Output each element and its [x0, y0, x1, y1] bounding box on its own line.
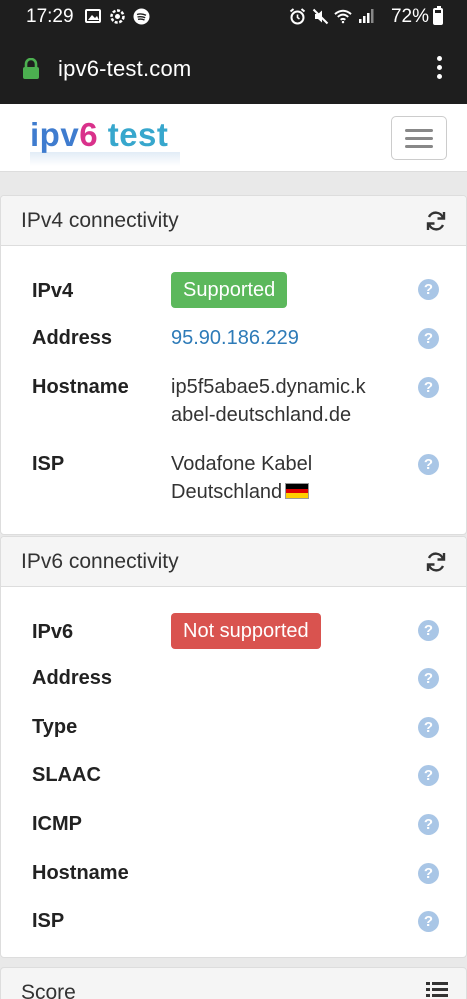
help-icon[interactable]: ? [418, 328, 439, 349]
browser-url-bar[interactable]: ipv6-test.com [0, 34, 467, 104]
url-text[interactable]: ipv6-test.com [58, 56, 191, 82]
row-label: Type [32, 716, 78, 738]
ipv6-panel: IPv6 connectivity IPv6 Not supported ? A… [0, 536, 467, 958]
image-icon [84, 7, 102, 25]
site-header: ipv6 test [0, 104, 467, 172]
row-label: Hostname [32, 862, 129, 884]
help-icon[interactable]: ? [418, 717, 439, 738]
ipv4-address-link[interactable]: 95.90.186.229 [171, 324, 386, 352]
lock-icon [22, 57, 40, 79]
ipv4-panel: IPv4 connectivity IPv4 Supported ? Addre… [0, 195, 467, 535]
help-icon[interactable]: ? [418, 279, 439, 300]
list-icon[interactable] [426, 982, 448, 998]
menu-toggle-button[interactable] [391, 116, 447, 160]
status-badge-supported: Supported [171, 272, 288, 308]
help-icon[interactable]: ? [418, 814, 439, 835]
row-label: Address [32, 327, 113, 349]
help-icon[interactable]: ? [418, 454, 439, 475]
status-bar: 17:29 72% [0, 0, 467, 34]
help-icon[interactable]: ? [418, 863, 439, 884]
row-label: Hostname [32, 376, 129, 398]
row-label: ICMP [32, 813, 82, 835]
signal-icon [357, 7, 375, 25]
score-panel-title: Score [21, 981, 76, 999]
ipv6-panel-header: IPv6 connectivity [1, 537, 466, 587]
help-icon[interactable]: ? [418, 911, 439, 932]
refresh-icon[interactable] [424, 209, 448, 233]
settings-icon [108, 7, 126, 25]
hostname-value: ip5f5abae5.dynamic.k abel-deutschland.de [171, 376, 366, 426]
row-label: ISP [32, 453, 65, 475]
help-icon[interactable]: ? [418, 620, 439, 641]
ipv4-panel-header: IPv4 connectivity [1, 196, 466, 246]
ipv6-panel-title: IPv6 connectivity [21, 550, 179, 573]
row-label: ISP [32, 910, 65, 932]
row-label: Address [32, 667, 113, 689]
mute-icon [311, 7, 329, 25]
row-label: IPv6 [32, 621, 74, 643]
ipv4-panel-title: IPv4 connectivity [21, 209, 179, 232]
status-badge-not-supported: Not supported [171, 613, 321, 649]
site-logo[interactable]: ipv6 test [30, 116, 168, 154]
alarm-icon [288, 7, 306, 25]
help-icon[interactable]: ? [418, 377, 439, 398]
score-panel-header: Score [0, 967, 467, 999]
refresh-icon[interactable] [424, 550, 448, 574]
row-label: SLAAC [32, 764, 101, 786]
isp-value: Vodafone Kabel Deutschland [171, 453, 313, 503]
germany-flag-icon [285, 483, 310, 499]
hamburger-icon [405, 129, 433, 132]
battery-percentage: 72% [390, 6, 429, 27]
wifi-icon [334, 7, 352, 25]
status-time: 17:29 [26, 6, 74, 27]
logo-reflection [30, 152, 180, 166]
more-options-icon[interactable] [435, 56, 443, 82]
help-icon[interactable]: ? [418, 765, 439, 786]
row-label: IPv4 [32, 280, 74, 302]
help-icon[interactable]: ? [418, 668, 439, 689]
spotify-icon [132, 7, 150, 25]
battery-icon [433, 6, 443, 25]
